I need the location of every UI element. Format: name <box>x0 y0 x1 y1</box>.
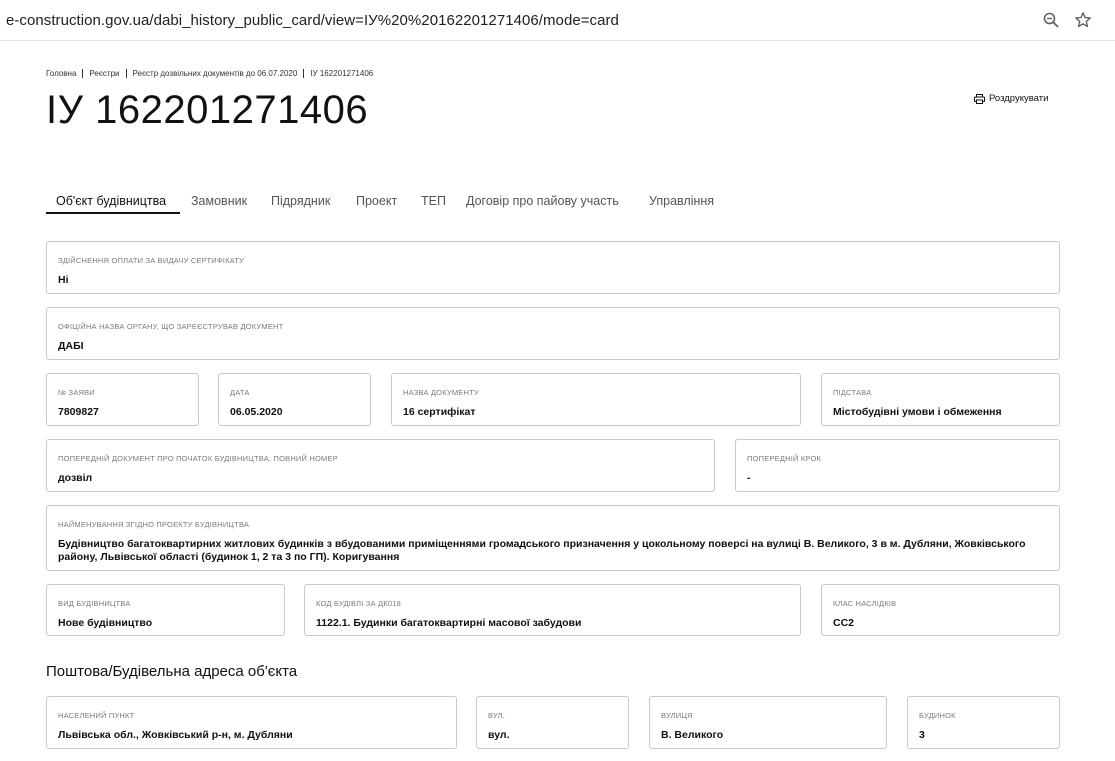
print-button[interactable]: Роздрукувати <box>974 93 1048 104</box>
field-value: 16 сертифікат <box>403 406 476 418</box>
field-label: № заяви <box>58 388 95 397</box>
field-locality: Населений пункт Львівська обл., Жовківсь… <box>46 696 457 749</box>
tab-project[interactable]: Проект <box>356 188 397 214</box>
breadcrumb-item-registries[interactable]: Реєстри <box>89 69 119 78</box>
field-value: В. Великого <box>661 729 724 741</box>
field-label: Підстава <box>833 388 872 397</box>
field-construction-type: Вид будівництва Нове будівництво <box>46 584 285 636</box>
field-value: Львівська обл., Жовківський р-н, м. Дубл… <box>58 729 293 741</box>
breadcrumb-separator <box>82 69 84 78</box>
field-value: Ні <box>58 274 69 286</box>
field-value: 06.05.2020 <box>230 406 283 418</box>
field-value: дозвіл <box>58 472 93 484</box>
field-label: Попередній крок <box>747 454 822 463</box>
tab-contribution-agreement[interactable]: Договір про пайову участь <box>466 188 619 214</box>
field-label: Вид будівництва <box>58 599 131 608</box>
field-label: Назва документу <box>403 388 479 397</box>
tab-customer[interactable]: Замовник <box>191 188 247 214</box>
field-label: Офіційна назва органу, що зареєстрував д… <box>58 322 284 331</box>
field-payment: Здійснення оплати за видачу сертифікату … <box>46 241 1060 294</box>
field-value: - <box>747 472 751 484</box>
field-street-type: Вул. вул. <box>476 696 629 749</box>
field-building-number: Будинок 3 <box>907 696 1060 749</box>
active-tab-indicator <box>46 212 180 214</box>
field-authority: Офіційна назва органу, що зареєстрував д… <box>46 307 1060 360</box>
printer-icon <box>974 93 985 104</box>
field-value: СС2 <box>833 617 855 629</box>
field-label: Клас наслідків <box>833 599 897 608</box>
field-value: Містобудівні умови і обмеження <box>833 406 1002 418</box>
tab-contractor[interactable]: Підрядник <box>271 188 330 214</box>
field-value: Будівництво багатоквартирних житлових бу… <box>58 538 1026 563</box>
field-project-name: Найменування згідно проекту будівництва … <box>46 505 1060 571</box>
tab-tep[interactable]: ТЕП <box>421 188 446 214</box>
field-label: Вулиця <box>661 711 693 720</box>
field-value: вул. <box>488 729 510 741</box>
breadcrumb-item-home[interactable]: Головна <box>46 69 76 78</box>
field-label: Здійснення оплати за видачу сертифікату <box>58 256 244 265</box>
breadcrumb-item-registry[interactable]: Реєстр дозвільних документів до 06.07.20… <box>133 69 298 78</box>
field-value: ДАБІ <box>58 340 84 352</box>
field-value: 7809827 <box>58 406 99 418</box>
field-label: Дата <box>230 388 250 397</box>
field-label: Попередній документ про початок будівниц… <box>58 454 338 463</box>
address-section-title: Поштова/Будівельна адреса об'єкта <box>46 663 298 680</box>
print-label: Роздрукувати <box>989 93 1049 104</box>
field-document-name: Назва документу 16 сертифікат <box>391 373 801 426</box>
star-icon[interactable] <box>1074 11 1092 29</box>
field-value: Нове будівництво <box>58 617 153 629</box>
field-previous-step: Попередній крок - <box>735 439 1060 492</box>
field-label: Код будівлі за ДК018 <box>316 599 402 608</box>
field-value: 1122.1. Будинки багатоквартирні масової … <box>316 617 582 629</box>
zoom-icon[interactable] <box>1042 11 1060 29</box>
field-street: Вулиця В. Великого <box>649 696 887 749</box>
breadcrumb: Головна Реєстри Реєстр дозвільних докуме… <box>46 69 373 78</box>
field-label: Населений пункт <box>58 711 135 720</box>
field-application-number: № заяви 7809827 <box>46 373 199 426</box>
breadcrumb-item-current: ІУ 162201271406 <box>310 69 374 78</box>
field-consequence-class: Клас наслідків СС2 <box>821 584 1060 636</box>
tab-management[interactable]: Управління <box>649 188 714 214</box>
tab-construction-object[interactable]: Об'єкт будівництва <box>56 188 166 214</box>
url-text[interactable]: e-construction.gov.ua/dabi_history_publi… <box>6 12 619 29</box>
browser-url-bar[interactable]: e-construction.gov.ua/dabi_history_publi… <box>0 0 1115 41</box>
field-basis: Підстава Містобудівні умови і обмеження <box>821 373 1060 426</box>
field-label: Вул. <box>488 711 506 720</box>
breadcrumb-separator <box>125 69 127 78</box>
field-label: Будинок <box>919 711 956 720</box>
field-value: 3 <box>919 729 925 741</box>
field-previous-document: Попередній документ про початок будівниц… <box>46 439 715 492</box>
field-building-code: Код будівлі за ДК018 1122.1. Будинки баг… <box>304 584 801 636</box>
field-date: Дата 06.05.2020 <box>218 373 371 426</box>
breadcrumb-separator <box>303 69 305 78</box>
field-label: Найменування згідно проекту будівництва <box>58 520 250 529</box>
page-title: ІУ 162201271406 <box>46 88 369 132</box>
